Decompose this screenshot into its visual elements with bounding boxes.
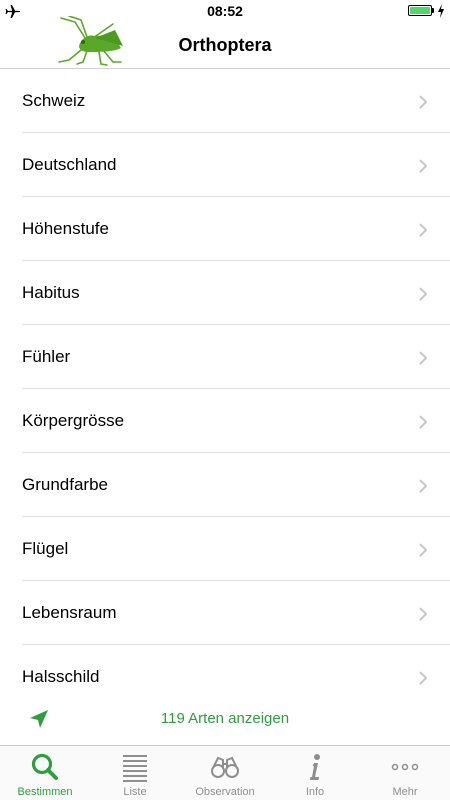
list-icon [123, 755, 147, 782]
tab-label: Mehr [392, 786, 418, 798]
filter-label: Flügel [22, 539, 69, 558]
tab-info[interactable]: Info [270, 746, 360, 800]
tab-label: Observation [195, 786, 255, 798]
filter-label: Lebensraum [22, 603, 117, 622]
chevron-right-icon [419, 543, 427, 557]
tab-label: Liste [123, 786, 147, 798]
show-species-link[interactable]: 119 Arten anzeigen [0, 710, 450, 727]
filter-item-habitus[interactable]: Habitus [0, 261, 450, 325]
chevron-right-icon [419, 351, 427, 365]
filter-item-schweiz[interactable]: Schweiz [0, 69, 450, 133]
filter-label: Schweiz [22, 91, 86, 110]
charging-icon [438, 4, 444, 18]
filter-item-fuehler[interactable]: Fühler [0, 325, 450, 389]
more-icon [391, 763, 419, 771]
chevron-right-icon [419, 607, 427, 621]
filter-label: Körpergrösse [22, 411, 125, 430]
chevron-right-icon [419, 671, 427, 685]
chevron-right-icon [419, 287, 427, 301]
chevron-right-icon [419, 415, 427, 429]
page-title: Orthoptera [178, 35, 272, 55]
filter-label: Höhenstufe [22, 219, 109, 238]
tab-label: Info [305, 786, 325, 798]
search-icon [31, 753, 58, 780]
filter-item-deutschland[interactable]: Deutschland [0, 133, 450, 197]
chevron-right-icon [419, 159, 427, 173]
filter-list: Schweiz Deutschland Höhenstufe Habitus F… [0, 69, 450, 709]
chevron-right-icon [419, 223, 427, 237]
filter-item-fluegel[interactable]: Flügel [0, 517, 450, 581]
filter-item-grundfarbe[interactable]: Grundfarbe [0, 453, 450, 517]
filter-item-hoehenstufe[interactable]: Höhenstufe [0, 197, 450, 261]
filter-item-lebensraum[interactable]: Lebensraum [0, 581, 450, 645]
tab-mehr[interactable]: Mehr [360, 746, 450, 800]
battery-icon [408, 5, 432, 16]
filter-label: Grundfarbe [22, 475, 108, 494]
show-results-row: 119 Arten anzeigen [0, 700, 450, 740]
info-icon [310, 754, 320, 780]
filter-label: Fühler [22, 347, 71, 366]
nav-bar: Orthoptera [0, 16, 450, 69]
tab-bestimmen[interactable]: Bestimmen [0, 746, 90, 800]
tab-liste[interactable]: Liste [90, 746, 180, 800]
screen: 08:52 Orthoptera Schweiz Deutschland Höh… [0, 0, 450, 800]
chevron-right-icon [419, 95, 427, 109]
filter-label: Deutschland [22, 155, 117, 174]
chevron-right-icon [419, 479, 427, 493]
tab-bar: Bestimmen Liste Observation Info Mehr [0, 745, 450, 800]
tab-label: Bestimmen [17, 786, 73, 798]
tab-observation[interactable]: Observation [180, 746, 270, 800]
filter-label: Habitus [22, 283, 80, 302]
filter-item-koerpergroesse[interactable]: Körpergrösse [0, 389, 450, 453]
battery-cap [432, 8, 434, 13]
binoculars-icon [211, 756, 239, 778]
